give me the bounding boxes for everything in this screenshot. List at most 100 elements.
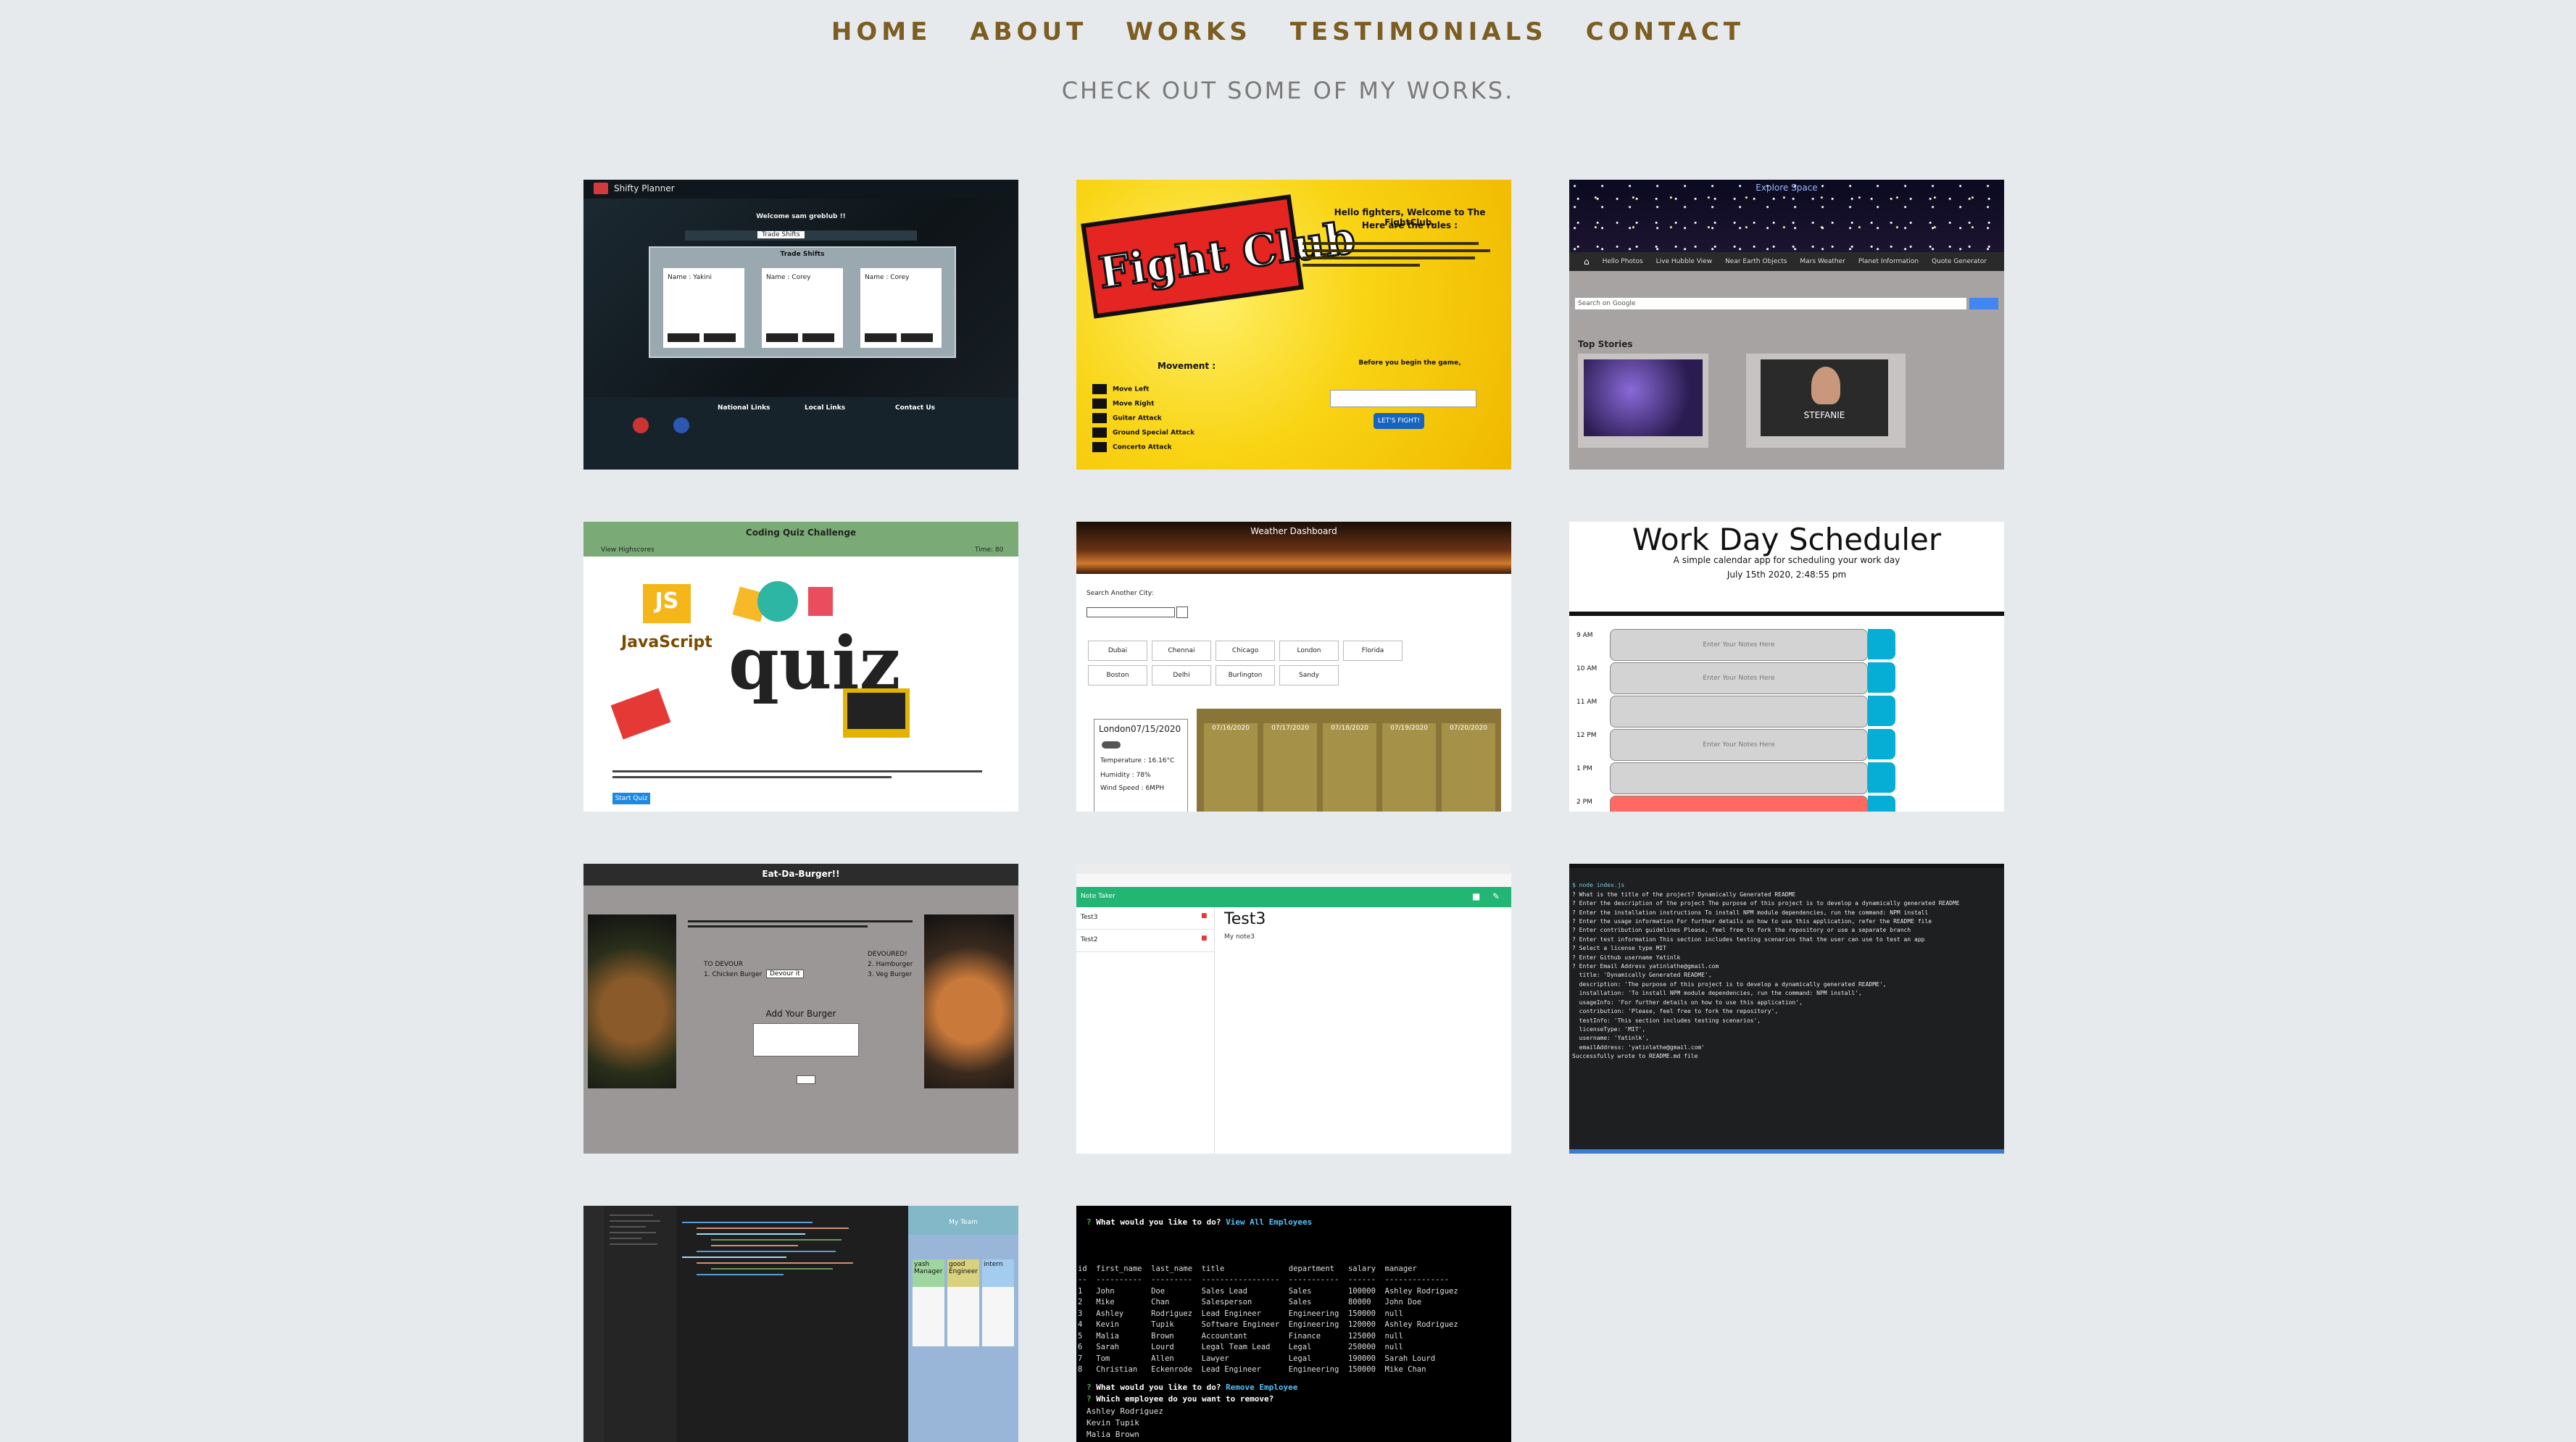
city-buttons: Dubai Chennai Chicago London Florida Bos… xyxy=(1088,641,1407,685)
trade-panel-title: Trade Shifts xyxy=(780,251,825,258)
burger-item: 3. Veg Burger xyxy=(868,971,913,978)
movement-title: Movement : xyxy=(1158,361,1216,371)
work-card-employee-tracker[interactable]: ? What would you like to do? View All Em… xyxy=(1076,1206,1511,1442)
note-body[interactable]: My note3 xyxy=(1224,933,1255,941)
quiz-header: Coding Quiz Challenge View Highscores Ti… xyxy=(583,522,1018,557)
list-item[interactable]: Test3 ■ xyxy=(1076,907,1214,930)
weather-title: Weather Dashboard xyxy=(1250,526,1337,536)
main-nav: HOME ABOUT WORKS TESTIMONIALS CONTACT xyxy=(0,17,2576,46)
ignore-button[interactable] xyxy=(802,333,834,342)
work-card-shifty-planner[interactable]: Shifty Planner Welcome sam greblub !! Tr… xyxy=(583,180,1018,470)
quiz-title: Coding Quiz Challenge xyxy=(745,528,857,538)
save-icon[interactable]: ■ xyxy=(1472,891,1480,901)
nav-works[interactable]: WORKS xyxy=(1126,17,1251,46)
trash-icon[interactable]: ■ xyxy=(1201,912,1208,920)
trade-panel: Trade Shifts Name : Yakini Name : Corey … xyxy=(649,246,956,358)
option-item[interactable]: Malia Brown xyxy=(1087,1429,1163,1441)
burger-intro xyxy=(688,917,913,930)
burger-title: Eat-Da-Burger!! xyxy=(762,869,840,879)
video-caption: STEFANIE xyxy=(1803,410,1845,420)
work-card-note-taker[interactable]: Note Taker ■ ✎ Test3 ■ Test2 ■ Test3 My … xyxy=(1076,864,1511,1154)
ignore-button[interactable] xyxy=(704,333,736,342)
notes-app-title: Note Taker xyxy=(1081,893,1115,900)
browser-toolbar xyxy=(1076,874,1511,888)
terminal-statusbar xyxy=(1569,1149,2004,1154)
save-button[interactable] xyxy=(1868,696,1895,726)
devour-button[interactable]: Devour it xyxy=(766,970,804,978)
space-hero: Explore Space xyxy=(1569,180,2004,252)
save-button[interactable] xyxy=(1868,629,1895,659)
work-card-weather-dashboard[interactable]: Weather Dashboard Search Another City: D… xyxy=(1076,522,1511,812)
javascript-label: JavaScript xyxy=(621,633,712,651)
time-block-input[interactable] xyxy=(1610,696,1868,728)
devoured-label: DEVOURED! xyxy=(868,951,907,958)
search-button[interactable] xyxy=(1969,298,1998,309)
notes-navbar: Note Taker ■ ✎ xyxy=(1076,887,1511,907)
burger-name-input[interactable] xyxy=(753,1023,859,1057)
submit-button[interactable] xyxy=(797,1075,815,1084)
story-card[interactable] xyxy=(1578,354,1708,448)
notes-list: Test3 ■ Test2 ■ xyxy=(1076,907,1215,1154)
propose-button[interactable] xyxy=(766,333,798,342)
start-quiz-button[interactable]: Start Quiz xyxy=(612,793,650,804)
search-icon[interactable] xyxy=(1176,607,1188,618)
save-button[interactable] xyxy=(1868,662,1895,693)
work-card-coding-quiz[interactable]: Coding Quiz Challenge View Highscores Ti… xyxy=(583,522,1018,812)
add-burger-label: Add Your Burger xyxy=(765,1009,836,1019)
work-card-readme-generator[interactable]: $ node index.js? What is the title of th… xyxy=(1569,864,2004,1154)
burger-photo xyxy=(924,914,1014,1088)
forecast-card: 07/19/2020 xyxy=(1382,723,1436,812)
tab-trade-shifts[interactable]: Trade Shifts xyxy=(757,231,805,238)
nav-about[interactable]: ABOUT xyxy=(970,17,1087,46)
name-input[interactable] xyxy=(1330,390,1476,407)
table-row: 8 Christian Eckenrode Lead Engineer Engi… xyxy=(1078,1365,1426,1374)
seal-icon xyxy=(673,417,689,433)
nav-testimonials[interactable]: TESTIMONIALS xyxy=(1290,17,1547,46)
time-block-input[interactable] xyxy=(1610,796,1868,812)
propose-button[interactable] xyxy=(668,333,699,342)
home-icon[interactable]: ⌂ xyxy=(1584,257,1590,267)
time-blocks: 9 AM Enter Your Notes Here 10 AM Enter Y… xyxy=(1569,629,2004,812)
file-explorer xyxy=(604,1206,676,1442)
shifty-welcome: Welcome sam greblub !! xyxy=(756,213,846,220)
nav-contact[interactable]: CONTACT xyxy=(1586,17,1745,46)
view-highscores-link[interactable]: View Highscores xyxy=(601,546,655,554)
table-row: 2 Mike Chan Salesperson Sales 80000 John… xyxy=(1078,1298,1422,1306)
save-button[interactable] xyxy=(1868,762,1895,793)
pencil-icon[interactable]: ✎ xyxy=(1492,891,1500,901)
work-card-team-profile[interactable]: My Team yash Manager good Engineer inter… xyxy=(583,1206,1018,1442)
video-player[interactable] xyxy=(1584,359,1703,436)
work-card-fight-club[interactable]: Fight Club Hello fighters, Welcome to Th… xyxy=(1076,180,1511,470)
work-card-eat-da-burger[interactable]: Eat-Da-Burger!! TO DEVOUR 1. Chicken Bur… xyxy=(583,864,1018,1154)
nav-home[interactable]: HOME xyxy=(831,17,931,46)
activity-bar xyxy=(583,1206,604,1442)
video-player[interactable]: STEFANIE xyxy=(1761,359,1888,436)
scheduler-subtitle: A simple calendar app for scheduling you… xyxy=(1673,555,1900,565)
google-search-input[interactable]: Search on Google xyxy=(1575,298,1966,309)
shifty-tabs: Trade Shifts xyxy=(685,230,917,241)
shift-card: Name : Corey xyxy=(860,268,942,348)
save-button[interactable] xyxy=(1868,796,1895,812)
ignore-button[interactable] xyxy=(901,333,933,342)
tracker-question: ? Which employee do you want to remove? xyxy=(1087,1394,1274,1404)
shifty-header: Shifty Planner xyxy=(583,180,1018,199)
trash-icon[interactable]: ■ xyxy=(1201,935,1208,942)
work-card-scheduler[interactable]: Work Day Scheduler A simple calendar app… xyxy=(1569,522,2004,812)
table-row: 4 Kevin Tupik Software Engineer Engineer… xyxy=(1078,1320,1458,1329)
list-item[interactable]: Test2 ■ xyxy=(1076,930,1214,952)
employee-card: yash Manager xyxy=(913,1259,944,1346)
note-title[interactable]: Test3 xyxy=(1224,910,1266,928)
story-card[interactable]: STEFANIE xyxy=(1746,354,1906,448)
option-item[interactable]: Ashley Rodriguez xyxy=(1087,1406,1163,1417)
save-button[interactable] xyxy=(1868,729,1895,759)
option-item[interactable]: Kevin Tupik xyxy=(1087,1417,1163,1429)
work-card-explore-space[interactable]: Explore Space ⌂ Hello Photos Live Hubble… xyxy=(1569,180,2004,470)
forecast-card: 07/18/2020 xyxy=(1323,723,1376,812)
top-stories-title: Top Stories xyxy=(1578,339,1633,349)
time-block-input[interactable] xyxy=(1610,762,1868,794)
tracker-prompt-2: ? What would you like to do? Remove Empl… xyxy=(1087,1383,1298,1392)
city-input[interactable] xyxy=(1087,607,1175,617)
weather-hero: Weather Dashboard xyxy=(1076,522,1511,574)
lets-fight-button[interactable]: LET'S FIGHT! xyxy=(1374,413,1424,429)
propose-button[interactable] xyxy=(865,333,897,342)
